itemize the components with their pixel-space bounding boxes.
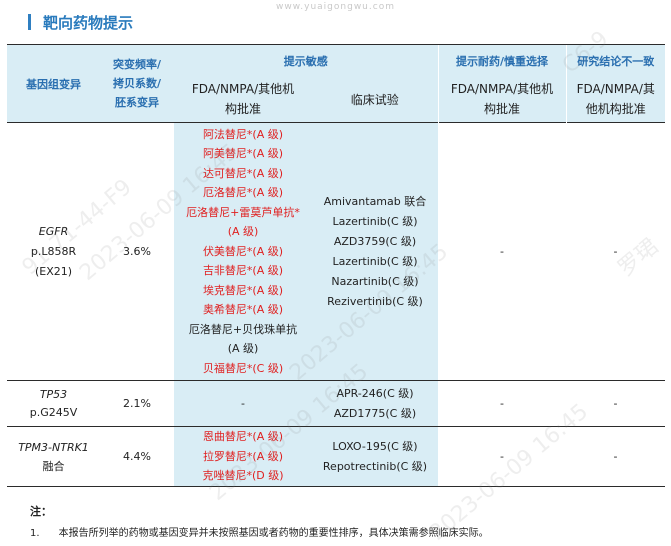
- clinical-item: AZD3759(C 级): [333, 234, 417, 248]
- clinical-item: Amivantamab 联合: [323, 194, 427, 208]
- clinical-item: Lazertinib(C 级): [332, 254, 418, 268]
- page-title: 靶向药物提示: [43, 13, 134, 32]
- clinical-item: Nazartinib(C 级): [331, 274, 419, 288]
- subheader-fda-sensitive: FDA/NMPA/其他机 构批准: [174, 76, 312, 123]
- clinical-item: AZD1775(C 级): [333, 406, 417, 420]
- gene-cell: EGFR p.L858R (EX21): [7, 122, 100, 381]
- approved-drug-item: 厄洛替尼*(A 级): [202, 186, 284, 200]
- approved-drug-item: 厄洛替尼+贝伐珠单抗: [188, 322, 298, 336]
- approved-drug-item: 阿法替尼*(A 级): [202, 127, 284, 141]
- approved-drug-item: (A 级): [227, 225, 259, 239]
- approved-drug-item: 吉非替尼*(A 级): [202, 264, 284, 278]
- clinical-trials-cell: LOXO-195(C 级) Repotrectinib(C 级): [312, 426, 438, 487]
- watermark-url: www.yuaigongwu.com: [276, 2, 395, 12]
- clinical-item: Lazertinib(C 级): [332, 214, 418, 228]
- subheader-fda-conflict: FDA/NMPA/其 他机构批准: [565, 76, 665, 123]
- clinical-item: Rezivertinib(C 级): [327, 294, 423, 308]
- approved-drugs-cell: 阿法替尼*(A 级) 阿美替尼*(A 级) 达可替尼*(A 级) 厄洛替尼*(A 级)…: [174, 122, 312, 381]
- col-header-gene: 基因组变异: [7, 44, 100, 123]
- conflict-cell: -: [566, 380, 665, 427]
- col-header-sensitive: 提示敏感: [174, 44, 438, 77]
- clinical-item: Repotrectinib(C 级): [322, 459, 428, 473]
- title-accent-bar: [28, 14, 31, 30]
- clinical-item: APR-246(C 级): [336, 386, 414, 400]
- freq-cell: 4.4%: [100, 426, 174, 487]
- freq-cell: 2.1%: [100, 380, 174, 427]
- freq-cell: 3.6%: [100, 122, 174, 381]
- approved-drug-item: 伏美替尼*(A 级): [202, 244, 284, 258]
- resistant-cell: -: [438, 380, 566, 427]
- resistant-cell: -: [438, 122, 566, 381]
- conflict-cell: -: [566, 426, 665, 487]
- gene-cell: TPM3-NTRK1 融合: [7, 426, 100, 487]
- clinical-item: LOXO-195(C 级): [332, 439, 418, 453]
- approved-drug-item: 贝福替尼*(C 级): [202, 361, 284, 375]
- approved-drug-item: (A 级): [227, 342, 259, 356]
- approved-drugs-cell: 恩曲替尼*(A 级) 拉罗替尼*(A 级) 克唑替尼*(D 级): [174, 426, 312, 487]
- approved-drug-item: 达可替尼*(A 级): [202, 166, 284, 180]
- approved-drug-item: 恩曲替尼*(A 级): [202, 430, 284, 444]
- approved-drugs-cell: -: [174, 380, 312, 427]
- approved-drug-item: 埃克替尼*(A 级): [202, 283, 284, 297]
- notes-title: 注：: [30, 505, 52, 518]
- table-row-egfr: EGFR p.L858R (EX21) 3.6% 阿法替尼*(A 级) 阿美替尼*…: [7, 122, 665, 381]
- approved-drug-item: 拉罗替尼*(A 级): [202, 449, 284, 463]
- approved-drug-item: 克唑替尼*(D 级): [202, 469, 284, 483]
- approved-drug-item: 奥希替尼*(A 级): [202, 303, 284, 317]
- col-header-conflict: 研究结论不一致: [565, 44, 665, 77]
- section-title: 靶向药物提示: [28, 12, 133, 32]
- table-row-tpm3-ntrk1: TPM3-NTRK1 融合 4.4% 恩曲替尼*(A 级) 拉罗替尼*(A 级) 克…: [7, 426, 665, 487]
- col-header-freq: 突变频率/拷贝系数/胚系变异: [100, 44, 174, 123]
- conflict-cell: -: [566, 122, 665, 381]
- resistant-cell: -: [438, 426, 566, 487]
- subheader-fda-resistant: FDA/NMPA/其他机 构批准: [437, 76, 566, 123]
- gene-cell: TP53 p.G245V: [7, 380, 100, 427]
- col-header-resistant: 提示耐药/慎重选择: [437, 44, 566, 77]
- approved-drug-item: 阿美替尼*(A 级): [202, 147, 284, 161]
- table-row-tp53: TP53 p.G245V 2.1% - APR-246(C 级) AZD1775…: [7, 380, 665, 427]
- subheader-clinical-trial: 临床试验: [312, 76, 438, 123]
- targeted-drug-table: 基因组变异 突变频率/拷贝系数/胚系变异 提示敏感 提示耐药/慎重选择 研究结论…: [7, 44, 665, 487]
- clinical-trials-cell: APR-246(C 级) AZD1775(C 级): [312, 380, 438, 427]
- clinical-trials-cell: Amivantamab 联合 Lazertinib(C 级) AZD3759(C…: [312, 122, 438, 381]
- approved-drug-item: 厄洛替尼+雷莫芦单抗*: [186, 205, 300, 219]
- header-row-1: 基因组变异 突变频率/拷贝系数/胚系变异 提示敏感 提示耐药/慎重选择 研究结论…: [7, 44, 665, 123]
- note-item: 1. 本报告所列举的药物或基因变异并未按照基因或者药物的重要性排序，具体决策需参…: [30, 528, 489, 539]
